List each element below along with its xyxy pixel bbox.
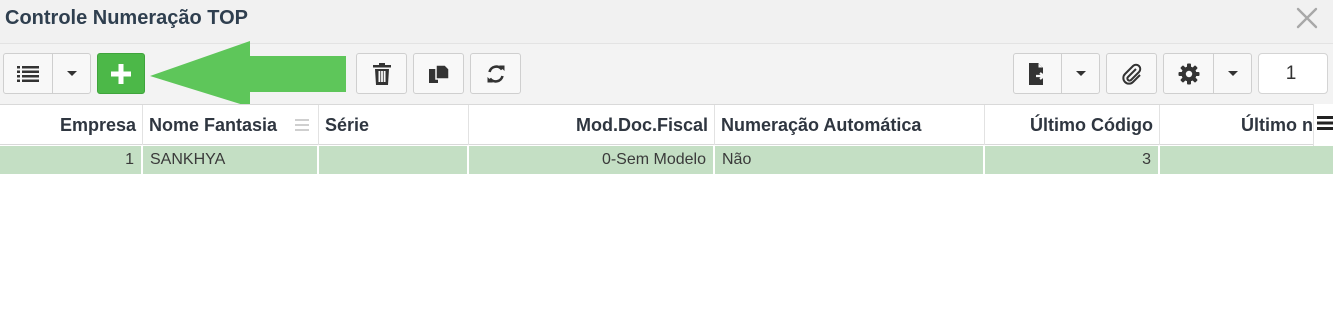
column-header-empresa[interactable]: Empresa <box>0 105 143 145</box>
column-grip-icon[interactable] <box>295 117 309 133</box>
cell-ultimo-codigo: 3 <box>985 146 1160 174</box>
window-title: Controle Numeração TOP <box>5 7 249 29</box>
cell-serie <box>319 146 469 174</box>
plus-icon <box>111 63 131 84</box>
column-header-mod-doc-fiscal[interactable]: Mod.Doc.Fiscal <box>469 105 715 145</box>
export-dropdown-button[interactable] <box>1061 53 1100 94</box>
gear-icon <box>1178 63 1199 84</box>
cell-ultimo-n <box>1160 146 1333 174</box>
title-bar: Controle Numeração TOP <box>0 0 1333 44</box>
column-menu-button[interactable] <box>1313 104 1333 148</box>
caret-down-icon <box>1227 70 1238 76</box>
caret-down-icon <box>1075 70 1086 76</box>
refresh-icon <box>487 64 504 83</box>
export-file-icon <box>1028 62 1046 85</box>
trash-icon <box>372 62 391 85</box>
caret-down-icon <box>66 70 77 76</box>
column-header-ultimo-n[interactable]: Último n <box>1160 105 1313 145</box>
list-icon <box>17 65 39 82</box>
duplicate-button[interactable] <box>413 53 464 94</box>
cell-mod-doc-fiscal: 0-Sem Modelo <box>469 146 715 174</box>
paperclip-icon <box>1121 63 1141 85</box>
add-button[interactable] <box>97 53 145 94</box>
settings-dropdown-button[interactable] <box>1213 53 1252 94</box>
toolbar <box>0 44 1333 104</box>
column-header-ultimo-codigo[interactable]: Último Código <box>985 105 1160 145</box>
refresh-button[interactable] <box>470 53 521 94</box>
delete-button[interactable] <box>356 53 407 94</box>
page-number-input[interactable] <box>1258 53 1328 94</box>
close-icon[interactable] <box>1295 6 1319 30</box>
hamburger-menu-icon <box>1317 116 1333 130</box>
attach-button[interactable] <box>1106 53 1157 94</box>
cell-empresa: 1 <box>0 146 143 174</box>
table-row[interactable]: 1 SANKHYA 0-Sem Modelo Não 3 <box>0 146 1333 174</box>
export-button[interactable] <box>1013 53 1062 94</box>
list-view-button[interactable] <box>3 53 53 94</box>
list-view-dropdown-button[interactable] <box>52 53 91 94</box>
column-header-serie[interactable]: Série <box>319 105 469 145</box>
copy-icon <box>428 63 450 83</box>
cell-numeracao-automatica: Não <box>715 146 985 174</box>
settings-button[interactable] <box>1163 53 1214 94</box>
column-header-numeracao-automatica[interactable]: Numeração Automática <box>715 105 985 145</box>
grid-header: Empresa Nome Fantasia Série Mod.Doc.Fisc… <box>0 104 1333 145</box>
column-header-nome-fantasia[interactable]: Nome Fantasia <box>143 105 319 145</box>
cell-nome-fantasia: SANKHYA <box>143 146 319 174</box>
